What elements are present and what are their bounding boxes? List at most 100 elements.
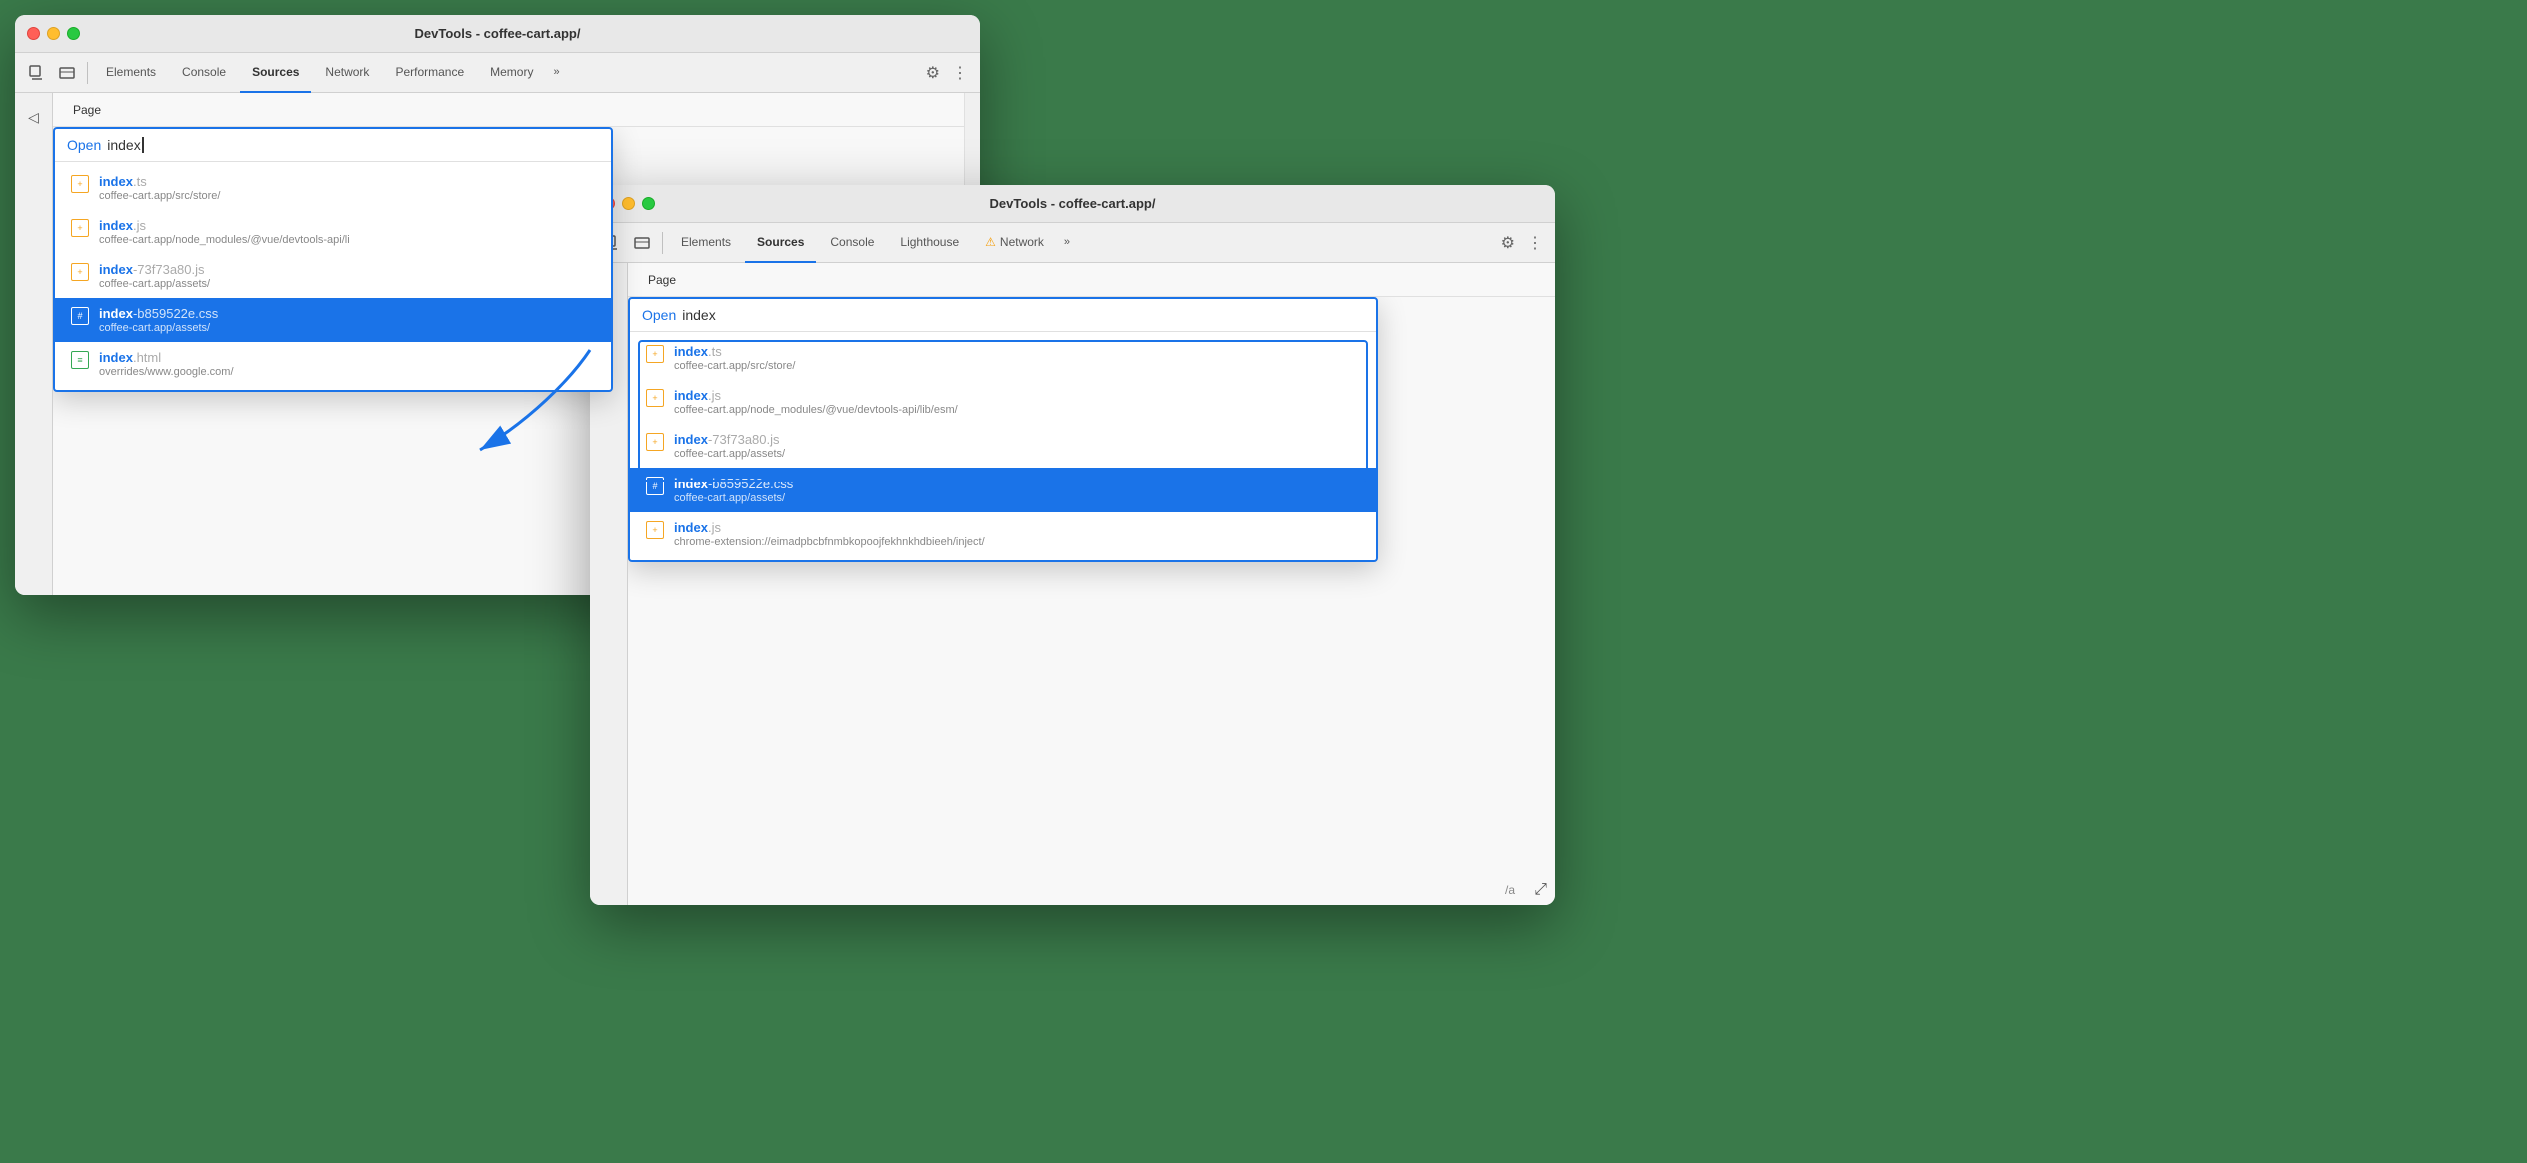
file-name-73: index-73f73a80.js	[99, 262, 595, 277]
search-query-front: index	[682, 307, 715, 323]
file-info-ts-front: index.ts coffee-cart.app/src/store/	[674, 344, 1360, 372]
tab-sources-front[interactable]: Sources	[745, 223, 816, 263]
tab-network-front[interactable]: ⚠ Network	[973, 223, 1056, 263]
layers-icon[interactable]	[53, 59, 81, 87]
file-result-index-ts-front[interactable]: + index.ts coffee-cart.app/src/store/	[630, 336, 1376, 380]
file-path-css-front: coffee-cart.app/assets/	[674, 492, 1360, 504]
minimize-button-back[interactable]	[47, 27, 60, 40]
dots-icon-front[interactable]: ⋮	[1523, 233, 1547, 253]
file-path-js-front: coffee-cart.app/node_modules/@vue/devtoo…	[674, 404, 1360, 416]
cursor-icon[interactable]	[23, 59, 51, 87]
file-icon-73-front: +	[646, 433, 664, 451]
file-name-73-front: index-73f73a80.js	[674, 432, 1360, 447]
search-open-text-front: Open	[642, 307, 676, 323]
gear-icon-back[interactable]: ⚙	[920, 63, 946, 83]
open-file-dialog-back: Open index + index.ts coffee-	[53, 127, 613, 392]
file-info-js-front: index.js coffee-cart.app/node_modules/@v…	[674, 388, 1360, 416]
file-icon-html: ≡	[71, 351, 89, 369]
file-path-css: coffee-cart.app/assets/	[99, 322, 595, 334]
page-bar-back: Page	[53, 93, 964, 127]
tab-performance-back[interactable]: Performance	[383, 53, 476, 93]
side-panel-back: ◁	[15, 93, 53, 595]
maximize-button-back[interactable]	[67, 27, 80, 40]
file-results-back: + index.ts coffee-cart.app/src/store/ +	[55, 162, 611, 390]
file-info-css: index-b859522e.css coffee-cart.app/asset…	[99, 306, 595, 334]
file-result-index-css-front[interactable]: # index-b859522e.css coffee-cart.app/ass…	[630, 468, 1376, 512]
file-name-css-front: index-b859522e.css	[674, 476, 1360, 491]
file-icon-js: +	[71, 219, 89, 237]
file-result-index-73-back[interactable]: + index-73f73a80.js coffee-cart.app/asse…	[55, 254, 611, 298]
file-result-index-html-back[interactable]: ≡ index.html overrides/www.google.com/	[55, 342, 611, 386]
bottom-label: /a	[1505, 883, 1515, 897]
tab-network-back[interactable]: Network	[313, 53, 381, 93]
cursor-back	[142, 137, 144, 153]
file-info-73-front: index-73f73a80.js coffee-cart.app/assets…	[674, 432, 1360, 460]
window-title-front: DevTools - coffee-cart.app/	[990, 196, 1156, 211]
file-path-73-front: coffee-cart.app/assets/	[674, 448, 1360, 460]
tab-sources-back[interactable]: Sources	[240, 53, 311, 93]
gear-icon-front[interactable]: ⚙	[1495, 233, 1521, 253]
file-name-ext-front: index.js	[674, 520, 1360, 535]
file-result-index-js-front[interactable]: + index.js coffee-cart.app/node_modules/…	[630, 380, 1376, 424]
minimize-button-front[interactable]	[622, 197, 635, 210]
file-path-ts: coffee-cart.app/src/store/	[99, 190, 595, 202]
tab-lighthouse-front[interactable]: Lighthouse	[888, 223, 971, 263]
tab-memory-back[interactable]: Memory	[478, 53, 545, 93]
file-result-index-ts-back[interactable]: + index.ts coffee-cart.app/src/store/	[55, 166, 611, 210]
file-result-index-ext-front[interactable]: + index.js chrome-extension://eimadpbcbf…	[630, 512, 1376, 556]
file-icon-css: #	[71, 307, 89, 325]
collapse-button-back[interactable]: ◁	[18, 101, 50, 133]
titlebar-front: DevTools - coffee-cart.app/	[590, 185, 1555, 223]
file-info-html: index.html overrides/www.google.com/	[99, 350, 595, 378]
toolbar-back: Elements Console Sources Network Perform…	[15, 53, 980, 93]
tab-console-back[interactable]: Console	[170, 53, 238, 93]
devtools-window-front: DevTools - coffee-cart.app/ Elements Sou…	[590, 185, 1555, 905]
file-name-ts-front: index.ts	[674, 344, 1360, 359]
file-icon-js-front: +	[646, 389, 664, 407]
toolbar-front: Elements Sources Console Lighthouse ⚠ Ne…	[590, 223, 1555, 263]
file-icon-73: +	[71, 263, 89, 281]
search-bar-front: Open index	[630, 299, 1376, 332]
file-info-js: index.js coffee-cart.app/node_modules/@v…	[99, 218, 595, 246]
file-path-ext-front: chrome-extension://eimadpbcbfnmbkopoojfe…	[674, 536, 1360, 548]
toolbar-divider-1	[87, 62, 88, 84]
titlebar-back: DevTools - coffee-cart.app/	[15, 15, 980, 53]
tab-elements-front[interactable]: Elements	[669, 223, 743, 263]
warning-icon-front: ⚠	[985, 235, 996, 249]
file-info-css-front: index-b859522e.css coffee-cart.app/asset…	[674, 476, 1360, 504]
page-bar-front: Page	[628, 263, 1555, 297]
file-name-js: index.js	[99, 218, 595, 233]
file-results-front: + index.ts coffee-cart.app/src/store/	[630, 332, 1376, 560]
dots-icon-back[interactable]: ⋮	[948, 63, 972, 83]
file-path-73: coffee-cart.app/assets/	[99, 278, 595, 290]
search-query-back: index	[107, 137, 140, 153]
page-tab-front[interactable]: Page	[640, 273, 684, 287]
file-icon-ext-front: +	[646, 521, 664, 539]
file-info-73: index-73f73a80.js coffee-cart.app/assets…	[99, 262, 595, 290]
tab-more-front[interactable]: »	[1058, 223, 1076, 263]
file-name-css: index-b859522e.css	[99, 306, 595, 321]
file-result-index-js-back[interactable]: + index.js coffee-cart.app/node_modules/…	[55, 210, 611, 254]
toolbar-divider-front	[662, 232, 663, 254]
file-name-html: index.html	[99, 350, 595, 365]
window-title-back: DevTools - coffee-cart.app/	[415, 26, 581, 41]
file-path-html: overrides/www.google.com/	[99, 366, 595, 378]
search-bar-back: Open index	[55, 129, 611, 162]
file-icon-ts-front: +	[646, 345, 664, 363]
file-result-index-73-front[interactable]: + index-73f73a80.js coffee-cart.app/asse…	[630, 424, 1376, 468]
file-name-ts: index.ts	[99, 174, 595, 189]
tab-more-back[interactable]: »	[547, 53, 565, 93]
layers-icon-front[interactable]	[628, 229, 656, 257]
file-result-index-css-back[interactable]: # index-b859522e.css coffee-cart.app/ass…	[55, 298, 611, 342]
file-icon-ts: +	[71, 175, 89, 193]
maximize-button-front[interactable]	[642, 197, 655, 210]
close-button-back[interactable]	[27, 27, 40, 40]
file-icon-css-front: #	[646, 477, 664, 495]
tab-elements-back[interactable]: Elements	[94, 53, 168, 93]
open-file-dialog-front: Open index + index.ts	[628, 297, 1378, 562]
traffic-lights-back	[27, 27, 80, 40]
tab-console-front[interactable]: Console	[818, 223, 886, 263]
file-name-js-front: index.js	[674, 388, 1360, 403]
page-tab-back[interactable]: Page	[65, 103, 109, 117]
expand-icon[interactable]: ⤢	[1534, 881, 1547, 899]
